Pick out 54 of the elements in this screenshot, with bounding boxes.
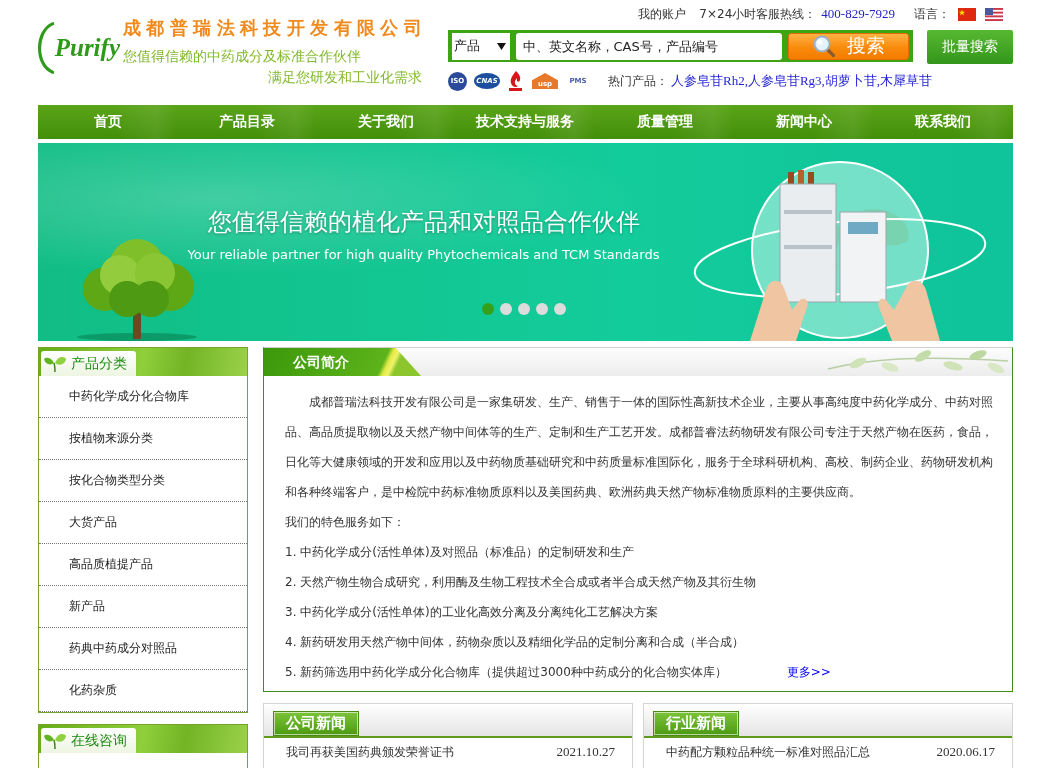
service-item: 5. 新药筛选用中药化学成分化合物库（提供超过3000种中药成分的化合物实体库） [285,664,727,681]
category-link[interactable]: 中药化学成分化合物库 [39,376,247,418]
hot-product-link[interactable]: 木犀草苷 [880,72,933,90]
category-link[interactable]: 新产品 [39,586,247,628]
news-tab-title: 公司新闻 [273,711,359,736]
hotline-label: 7×24小时客服热线： [699,5,817,23]
service-item: 3. 中药化学成分(活性单体)的工业化高效分离及分离纯化工艺解决方案 [285,604,658,621]
service-item: 1. 中药化学成分(活性单体)及对照品（标准品）的定制研发和生产 [285,544,634,561]
sidebar-title: 产品分类 [71,354,127,373]
language-label: 语言： [914,5,950,23]
more-link[interactable]: 更多>> [786,657,831,687]
section-heading: 公司简介 [264,348,421,376]
intro-paragraph: 成都普瑞法科技开发有限公司是一家集研发、生产、销售于一体的国际性高新技术企业，主要从事高纯度中药化学成分、中药对照品、高品质提取物以及天然产物中间体等的生产、定制和生产工艺开发。成都普睿法药物研发有限公司专注于天然产物在医药，食品，日化等大健康领域的开发和应用以及中药物质基础研究和中药质量标准国际化，服务于全球科研机构、高校、制药企业、药物研发机构和各种终端客户，是中检院中药标准物质原料以及美国药典、欧洲药典天然产物标准物质原料的主要供应商。 [285,394,994,501]
category-link[interactable]: 大货产品 [39,502,247,544]
china-flag-icon[interactable] [958,7,976,21]
account-link[interactable]: 我的账户 [638,5,687,23]
hot-products-label: 热门产品： [608,72,668,90]
hotline-number: 400-829-7929 [821,6,895,22]
hot-product-link[interactable]: 胡萝卜苷, [824,72,881,90]
services-heading: 我们的特色服务如下： [285,514,405,531]
logo-text: Purify [54,33,120,63]
carousel-dot[interactable] [536,303,548,315]
carousel-dot[interactable] [500,303,512,315]
category-link[interactable]: 药典中药成分对照品 [39,628,247,670]
us-flag-icon[interactable] [985,7,1003,21]
sprout-icon [44,355,66,372]
news-link[interactable]: 我司再获美国药典颁发荣誉证书 [286,744,454,760]
category-link[interactable]: 化药杂质 [39,670,247,712]
carousel-dot[interactable] [482,303,494,315]
tagline: 您值得信赖的中药成分及标准合作伙伴 [123,48,362,65]
banner-subtitle: Your reliable partner for high quality Phytochemicals and TCM Standards [187,246,660,264]
hot-product-link[interactable]: 人参皂苷Rg3, [747,72,825,90]
news-tab-title: 行业新闻 [653,711,739,736]
search-icon [812,35,835,57]
sidebar-title: 在线咨询 [71,731,127,750]
carousel-dot[interactable] [554,303,566,315]
service-item: 2. 天然产物生物合成研究，利用酶及生物工程技术全合成或者半合成天然产物及其衍生物 [285,574,757,591]
service-item: 4. 新药研发用天然产物中间体，药物杂质以及精细化学品的定制分离和合成（半合成） [285,634,745,651]
category-link[interactable]: 高品质植提产品 [39,544,247,586]
news-date: 2020.06.17 [936,744,995,760]
flame-emblem-icon [508,71,523,91]
search-field[interactable]: 中、英文名称，CAS号，产品编号 [515,32,783,60]
news-link[interactable]: 中药配方颗粒品种统一标准对照品汇总 [666,744,870,760]
caret-icon [496,42,506,50]
hot-product-link[interactable]: 人参皂苷Rh2, [671,72,748,90]
category-link[interactable]: 按植物来源分类 [39,418,247,460]
category-link[interactable]: 按化合物类型分类 [39,460,247,502]
banner-title: 您值得信赖的植化产品和对照品合作伙伴 [207,207,640,237]
company-name: 成都普瑞法科技开发有限公司 [123,17,428,39]
subtagline: 满足您研发和工业化需求 [268,69,423,86]
news-date: 2021.10.27 [556,744,615,760]
sprout-icon [44,732,66,749]
category-select[interactable]: 产品 [452,32,510,60]
carousel-dot[interactable] [518,303,530,315]
